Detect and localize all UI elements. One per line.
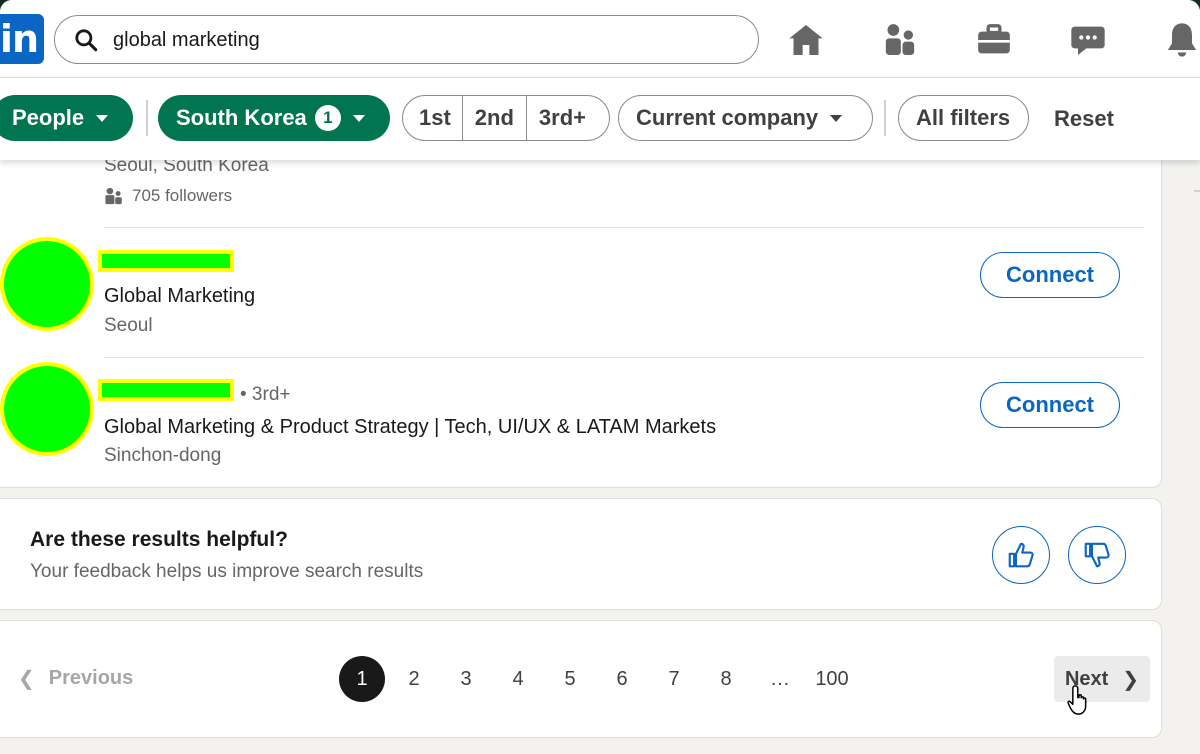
messaging-icon[interactable] (1068, 20, 1108, 60)
thumbs-down-button[interactable] (1068, 526, 1126, 584)
my-network-icon[interactable] (880, 20, 920, 60)
search-icon (75, 29, 98, 52)
redacted-profile-name[interactable] (98, 250, 234, 272)
result-location: Sinchon-dong (104, 445, 222, 466)
degree-1st-button[interactable]: 1st (403, 96, 463, 140)
page-4-button[interactable]: 4 (495, 656, 541, 702)
caret-down-icon (830, 114, 843, 122)
connection-degree-filter: 1st 2nd 3rd+ (402, 95, 610, 141)
result-headline: Global Marketing (104, 285, 256, 307)
degree-2nd-button[interactable]: 2nd (463, 96, 527, 140)
all-filters-button[interactable]: All filters (898, 95, 1029, 141)
search-filters-bar: People South Korea 1 1st 2nd 3rd+ Curren… (0, 78, 1200, 160)
chevron-right-icon: ❯ (1122, 668, 1140, 691)
profile-avatar[interactable] (0, 362, 94, 456)
search-input[interactable] (113, 26, 713, 54)
result-divider (104, 357, 1144, 358)
top-navigation: in (0, 0, 1200, 78)
app-window: in global marketing People South Korea 1… (0, 0, 1200, 754)
location-filter-label: South Korea (176, 105, 307, 130)
page-6-button[interactable]: 6 (599, 656, 645, 702)
result-location: Seoul (104, 315, 153, 336)
page-7-button[interactable]: 7 (651, 656, 697, 702)
page-8-button[interactable]: 8 (703, 656, 749, 702)
thumbs-down-icon (1084, 542, 1110, 568)
all-filters-label: All filters (916, 105, 1011, 130)
people-filter-label: People (12, 105, 85, 130)
scroll-indicator (1194, 190, 1200, 192)
people-filter-button[interactable]: People (0, 95, 133, 141)
location-filter-button[interactable]: South Korea 1 (158, 95, 390, 141)
thumbs-up-button[interactable] (992, 526, 1050, 584)
search-bar[interactable] (54, 15, 759, 64)
page-100-button[interactable]: 100 (809, 656, 855, 702)
home-icon[interactable] (786, 20, 826, 60)
previous-label: Previous (48, 667, 134, 689)
linkedin-logo[interactable]: in (0, 14, 44, 64)
degree-3rd-button[interactable]: 3rd+ (527, 96, 598, 140)
page-5-button[interactable]: 5 (547, 656, 593, 702)
connect-button[interactable]: Connect (980, 252, 1120, 298)
notifications-icon[interactable] (1162, 20, 1200, 60)
reset-filters-button[interactable]: Reset (1054, 106, 1114, 132)
filter-divider (884, 100, 886, 136)
current-company-label: Current company (636, 105, 819, 130)
result-divider (104, 227, 1144, 228)
page-2-button[interactable]: 2 (391, 656, 437, 702)
feedback-title: Are these results helpful? (30, 528, 288, 551)
connection-degree-label: • 3rd+ (240, 384, 291, 405)
page-ellipsis: … (770, 667, 790, 690)
feedback-subtitle: Your feedback helps us improve search re… (30, 561, 424, 582)
profile-avatar[interactable] (0, 237, 94, 331)
current-company-filter-button[interactable]: Current company (618, 95, 873, 141)
connect-button[interactable]: Connect (980, 382, 1120, 428)
caret-down-icon (96, 114, 109, 122)
redacted-profile-name[interactable] (98, 379, 234, 401)
page-1-button[interactable]: 1 (339, 656, 385, 702)
jobs-icon[interactable] (974, 20, 1014, 60)
thumbs-up-icon (1008, 542, 1034, 568)
hand-pointer-cursor-icon (1067, 685, 1087, 715)
caret-down-icon (352, 114, 365, 122)
previous-page-button[interactable]: ❮ Previous (18, 666, 133, 691)
result-headline: Global Marketing & Product Strategy | Te… (104, 416, 717, 438)
chevron-left-icon: ❮ (18, 668, 35, 690)
followers-icon (105, 187, 122, 205)
filter-count-badge: 1 (314, 105, 341, 131)
feedback-card (0, 498, 1162, 610)
filter-divider (146, 100, 148, 136)
followers-count: 705 followers (132, 186, 233, 205)
result-followers: 705 followers (104, 186, 232, 206)
page-3-button[interactable]: 3 (443, 656, 489, 702)
